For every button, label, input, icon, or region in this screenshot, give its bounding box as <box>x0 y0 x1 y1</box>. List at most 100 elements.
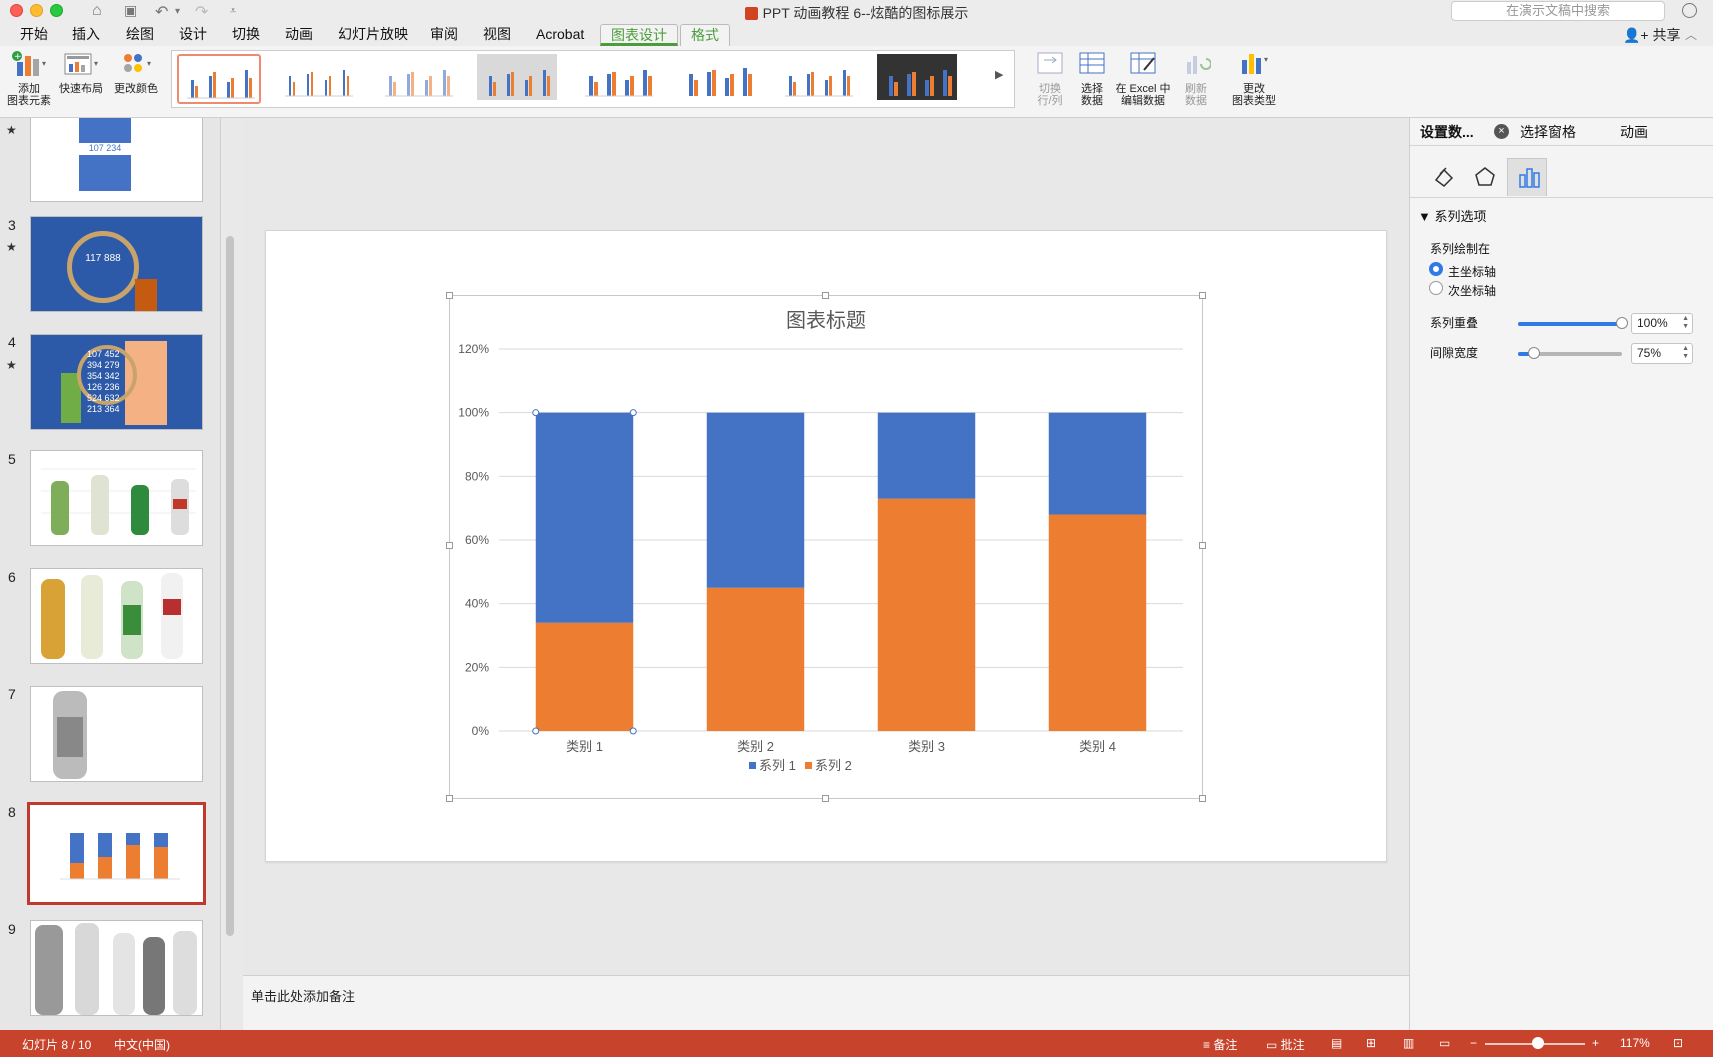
add-element-line2: 图表元素 <box>7 95 51 107</box>
primary-axis-label: 主坐标轴 <box>1448 265 1497 279</box>
notes-toggle[interactable]: ≡ 备注 <box>1203 1036 1237 1053</box>
chart-style-6[interactable] <box>677 54 761 104</box>
account-icon[interactable] <box>1682 3 1697 18</box>
change-chart-type-button[interactable]: ▾ 更改 图表类型 <box>1226 50 1282 107</box>
slide-thumbnail-5[interactable] <box>30 450 203 546</box>
zoom-level[interactable]: 117% <box>1620 1036 1650 1050</box>
series-overlap-slider[interactable] <box>1518 317 1628 329</box>
slide-thumbnail-6[interactable] <box>30 568 203 664</box>
gap-width-value: 75% <box>1637 346 1662 360</box>
share-button[interactable]: 👤+ 共享 <box>1623 25 1681 45</box>
series-options-icon[interactable] <box>1507 158 1547 196</box>
slide3-value: 117 888 <box>85 253 121 264</box>
bar-系列2-4 <box>1048 514 1147 731</box>
slide4-value-5: 524 632 <box>87 393 120 403</box>
tab-format[interactable]: 格式 <box>680 24 730 46</box>
status-bar: 幻灯片 8 / 10 中文(中国) ≡ 备注 ▭ 批注 ▤ ⊞ ▥ ▭ − + … <box>0 1030 1713 1057</box>
tab-design[interactable]: 设计 <box>179 24 207 46</box>
ribbon-tabs: 开始 插入 绘图 设计 切换 动画 幻灯片放映 审阅 视图 Acrobat 图表… <box>0 24 1713 46</box>
series-options-section[interactable]: ▼ 系列选项 <box>1418 206 1487 225</box>
stacked-percent-column-chart[interactable]: 图表标题 0% 20% 40% 60% 80% 100% 120% 类别 1 类别 2 类别 3 类别… <box>449 295 1203 799</box>
pane-tabs: 设置数... × 选择窗格 动画 <box>1410 118 1713 146</box>
tab-insert[interactable]: 插入 <box>72 24 100 46</box>
slide-thumbnail-3[interactable]: 117 888 <box>30 216 203 312</box>
fit-to-window-icon[interactable]: ⊡ <box>1673 1036 1683 1050</box>
gap-width-input[interactable]: 75% ▲ ▼ <box>1631 343 1693 364</box>
primary-axis-radio[interactable] <box>1429 262 1443 276</box>
zoom-out-icon[interactable]: − <box>1470 1036 1477 1050</box>
switch-row-column-button[interactable]: 切换 行/列 <box>1030 50 1070 107</box>
legend-swatch <box>749 762 756 769</box>
tab-animations[interactable]: 动画 <box>285 24 313 46</box>
notes-pane[interactable]: 单击此处添加备注 <box>243 975 1409 1030</box>
secondary-axis-radio[interactable] <box>1429 281 1443 295</box>
normal-view-icon[interactable]: ▤ <box>1331 1036 1342 1050</box>
quick-layout-button[interactable]: ▾ 快速布局 <box>56 50 106 95</box>
slide-sorter-view-icon[interactable]: ⊞ <box>1366 1036 1376 1050</box>
slide-thumbnail-9[interactable] <box>30 920 203 1016</box>
secondary-axis-label: 次坐标轴 <box>1448 284 1497 298</box>
slide-thumbnail-4[interactable]: 107 452 394 279 354 342 126 236 524 632 … <box>30 334 203 430</box>
series-selection-handle <box>629 727 637 735</box>
pane-tab-selection[interactable]: 选择窗格 <box>1520 122 1576 142</box>
slide4-value-4: 126 236 <box>87 382 120 392</box>
select-data-button[interactable]: 选择 数据 <box>1072 50 1112 107</box>
y-tick-label: 40% <box>465 597 489 611</box>
bar-系列1-4 <box>1048 412 1147 515</box>
thumbnail-scrollbar[interactable] <box>226 236 234 936</box>
add-chart-element-button[interactable]: + ▾ 添加 图表元素 <box>6 50 52 107</box>
spinner-arrows-icon[interactable]: ▲ ▼ <box>1682 345 1689 361</box>
chart-style-5[interactable] <box>577 54 661 104</box>
ribbon-chart-design: + ▾ 添加 图表元素 ▾ 快速布局 ▾ 更改颜色 ▶ 切换 行/列 选择 数据… <box>0 46 1713 118</box>
close-pane-icon[interactable]: × <box>1494 124 1509 139</box>
chart-style-8[interactable] <box>877 54 961 104</box>
spinner-arrows-icon[interactable]: ▲ ▼ <box>1682 315 1689 331</box>
tab-review[interactable]: 审阅 <box>430 24 458 46</box>
slide-thumbnail-8[interactable] <box>27 802 206 905</box>
bar-系列1-2 <box>706 412 805 588</box>
format-category-icons <box>1410 158 1713 198</box>
gallery-more-arrow-icon[interactable]: ▶ <box>995 68 1003 81</box>
series-overlap-knob[interactable] <box>1616 317 1628 329</box>
tab-view[interactable]: 视图 <box>483 24 511 46</box>
slide-thumbnail-2[interactable]: 107 234 <box>30 118 203 202</box>
switch-row-column-icon <box>1037 52 1063 74</box>
zoom-in-icon[interactable]: + <box>1592 1036 1599 1050</box>
chart-style-3[interactable] <box>377 54 461 104</box>
tab-home[interactable]: 开始 <box>20 24 48 46</box>
pane-tab-format[interactable]: 设置数... <box>1420 122 1474 142</box>
chart-style-2[interactable] <box>277 54 361 104</box>
series-selection-handle <box>532 409 540 417</box>
tab-slideshow[interactable]: 幻灯片放映 <box>338 24 408 46</box>
quick-layout-label: 快速布局 <box>59 83 103 95</box>
tab-transitions[interactable]: 切换 <box>232 24 260 46</box>
slide-thumbnail-7[interactable] <box>30 686 203 782</box>
language-indicator[interactable]: 中文(中国) <box>114 1036 170 1053</box>
change-colors-button[interactable]: ▾ 更改颜色 <box>112 50 160 95</box>
tab-chart-design[interactable]: 图表设计 <box>600 24 678 46</box>
slideshow-view-icon[interactable]: ▭ <box>1439 1036 1450 1050</box>
effects-pentagon-icon[interactable] <box>1465 158 1505 196</box>
fill-line-icon[interactable] <box>1424 158 1464 196</box>
slide-number-6: 6 <box>8 569 16 585</box>
series-overlap-input[interactable]: 100% ▲ ▼ <box>1631 313 1693 334</box>
search-input[interactable]: 在演示文稿中搜索 <box>1451 1 1665 21</box>
collapse-ribbon-icon[interactable]: ︿ <box>1685 26 1697 43</box>
gap-width-slider[interactable] <box>1518 347 1622 359</box>
reading-view-icon[interactable]: ▥ <box>1403 1036 1414 1050</box>
refresh-data-button[interactable]: 刷新 数据 <box>1176 50 1216 107</box>
gap-width-knob[interactable] <box>1527 347 1540 359</box>
comments-toggle[interactable]: ▭ 批注 <box>1266 1036 1305 1053</box>
y-tick-label: 20% <box>465 660 489 674</box>
tab-acrobat[interactable]: Acrobat <box>536 24 584 46</box>
edit-in-excel-button[interactable]: 在 Excel 中 编辑数据 <box>1114 50 1172 107</box>
chart-style-1[interactable] <box>177 54 261 104</box>
zoom-slider-knob[interactable] <box>1532 1037 1544 1049</box>
chart-style-4[interactable] <box>477 54 561 104</box>
chart-style-7[interactable] <box>777 54 861 104</box>
pane-tab-animation[interactable]: 动画 <box>1620 122 1648 142</box>
slide-number-5: 5 <box>8 451 16 467</box>
gap-width-label: 间隙宽度 <box>1430 346 1479 360</box>
chart-styles-gallery <box>171 50 1015 108</box>
tab-draw[interactable]: 绘图 <box>126 24 154 46</box>
